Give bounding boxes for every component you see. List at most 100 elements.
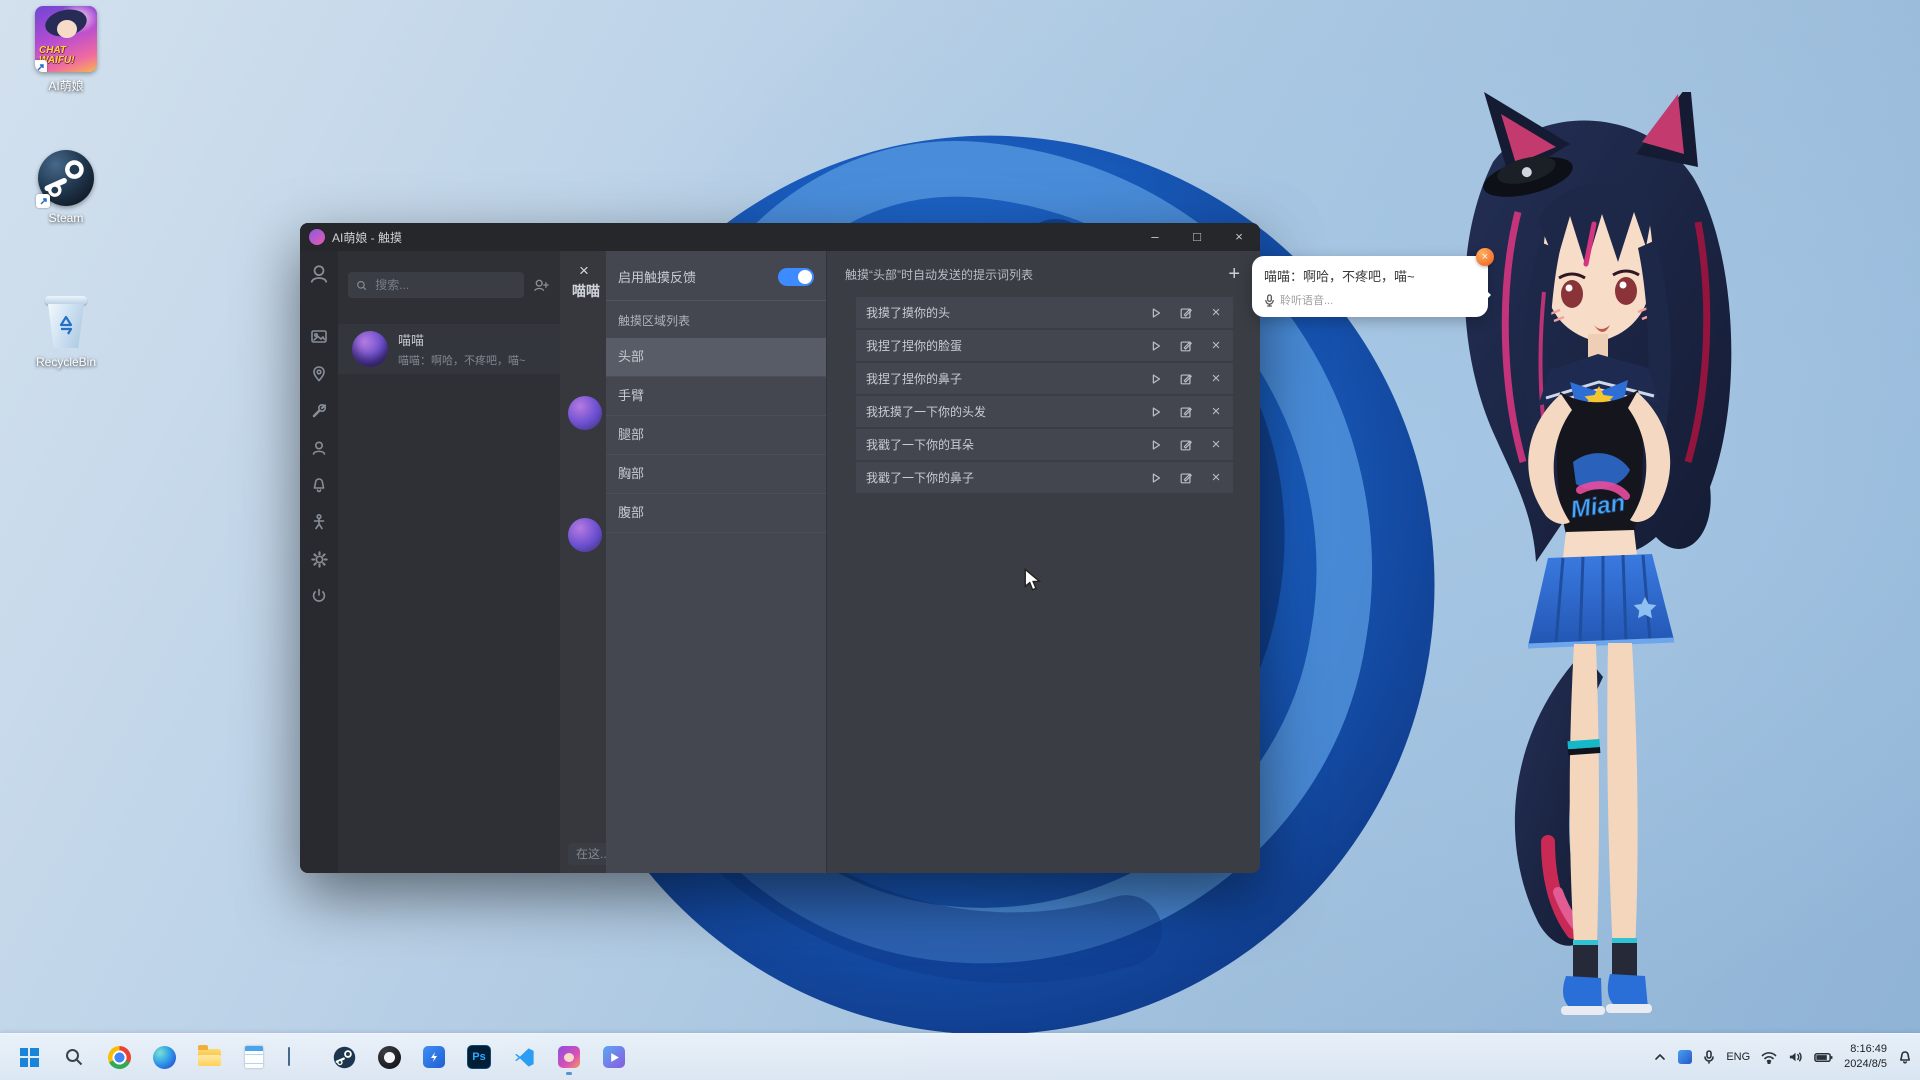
prompt-row: 我戳了一下你的耳朵 × [856,429,1233,460]
prompt-text: 我捏了捏你的脸蛋 [866,337,962,354]
search-input[interactable] [373,277,516,293]
photoshop-icon: Ps [467,1045,491,1069]
wrench-icon[interactable] [308,400,330,422]
listening-text: 聆听语音... [1280,292,1333,308]
desktop: CHATWAIFU! AI萌娘 Steam [0,0,1920,1080]
vscode-button[interactable] [505,1038,543,1076]
desktop-icon-recycle-bin[interactable]: RecycleBin [14,292,118,369]
github-button[interactable] [370,1038,408,1076]
notification-bell-icon[interactable] [1898,1050,1912,1065]
blue-tool-app-button[interactable] [415,1038,453,1076]
chat-preview: 喵喵：啊哈，不疼吧，喵~ [398,352,525,368]
monitor-icon [288,1048,310,1066]
desktop-icon-ai-waifu[interactable]: CHATWAIFU! AI萌娘 [14,6,118,94]
add-contact-icon[interactable] [532,277,550,293]
close-button[interactable]: × [1218,223,1260,251]
location-pin-icon[interactable] [308,363,330,385]
minimize-button[interactable]: – [1134,223,1176,251]
edit-prompt-button[interactable] [1177,469,1195,487]
prompt-row: 我捏了捏你的鼻子 × [856,363,1233,394]
region-item-head[interactable]: 头部 [606,338,826,377]
play-prompt-button[interactable] [1147,337,1165,355]
window-app-icon [309,229,325,245]
overlay-close-button[interactable]: × [572,259,596,283]
power-icon[interactable] [308,585,330,607]
delete-prompt-button[interactable]: × [1207,469,1225,487]
window-titlebar[interactable]: AI萌娘 - 触摸 – □ × [300,223,1260,251]
steam-button[interactable] [325,1038,363,1076]
maximize-button[interactable]: □ [1176,223,1218,251]
ai-waifu-icon: CHATWAIFU! [35,6,97,72]
delete-prompt-button[interactable]: × [1207,403,1225,421]
region-item-chest[interactable]: 胸部 [606,455,826,494]
ai-waifu-app-button[interactable] [550,1038,588,1076]
edit-prompt-button[interactable] [1177,403,1195,421]
region-item-belly[interactable]: 腹部 [606,494,826,533]
edge-icon [153,1046,176,1069]
clock[interactable]: 8:16:49 2024/8/5 [1844,1042,1887,1072]
chat-name: 喵喵 [398,330,525,349]
contact-icon[interactable] [308,437,330,459]
play-prompt-button[interactable] [1147,370,1165,388]
edge-button[interactable] [145,1038,183,1076]
chat-list-item[interactable]: 喵喵 喵喵：啊哈，不疼吧，喵~ [338,324,560,374]
play-prompt-button[interactable] [1147,403,1165,421]
settings-gear-icon[interactable] [308,548,330,570]
windows-logo-icon [20,1048,39,1067]
delete-prompt-button[interactable]: × [1207,337,1225,355]
language-indicator[interactable]: ENG [1726,1051,1750,1063]
notepad-button[interactable] [235,1038,273,1076]
steam-icon [38,150,94,206]
folder-icon [198,1049,221,1066]
this-pc-button[interactable] [280,1038,318,1076]
chrome-icon [108,1046,131,1069]
file-explorer-button[interactable] [190,1038,228,1076]
touch-settings-panel: 启用触摸反馈 触摸区域列表 头部 手臂 腿部 胸部 腹部 [606,251,826,873]
tray-time: 8:16:49 [1844,1042,1887,1057]
play-prompt-button[interactable] [1147,304,1165,322]
prompt-row: 我抚摸了一下你的头发 × [856,396,1233,427]
delete-prompt-button[interactable]: × [1207,370,1225,388]
chrome-button[interactable] [100,1038,138,1076]
profile-icon[interactable] [308,263,330,285]
add-prompt-button[interactable]: + [1226,265,1242,283]
media-app-icon [603,1046,625,1068]
desktop-icon-steam[interactable]: Steam [14,150,118,225]
search-icon [356,279,367,292]
edit-prompt-button[interactable] [1177,436,1195,454]
prompt-text: 我捏了捏你的鼻子 [866,370,962,387]
bubble-close-button[interactable]: × [1476,248,1494,266]
blue-tool-app-icon [423,1046,445,1068]
search-box[interactable] [348,272,524,298]
chat-input[interactable]: 在这... [568,843,606,865]
anime-character[interactable]: Mian [1398,92,1758,1042]
tray-app-icon[interactable] [1678,1050,1692,1064]
bell-icon[interactable] [308,474,330,496]
vscode-icon [514,1047,535,1068]
media-app-button[interactable] [595,1038,633,1076]
tray-microphone-icon[interactable] [1703,1050,1715,1064]
region-item-arm[interactable]: 手臂 [606,377,826,416]
chevron-up-icon[interactable] [1653,1051,1667,1063]
gesture-figure-icon[interactable] [308,511,330,533]
photoshop-button[interactable]: Ps [460,1038,498,1076]
microphone-icon [1264,294,1275,307]
taskbar-search-button[interactable] [55,1038,93,1076]
delete-prompt-button[interactable]: × [1207,436,1225,454]
battery-icon[interactable] [1814,1052,1833,1063]
edit-prompt-button[interactable] [1177,370,1195,388]
prompt-text: 我摸了摸你的头 [866,304,950,321]
delete-prompt-button[interactable]: × [1207,304,1225,322]
gallery-icon[interactable] [308,326,330,348]
edit-prompt-button[interactable] [1177,337,1195,355]
play-prompt-button[interactable] [1147,469,1165,487]
prompt-list: 我摸了摸你的头 × 我捏了捏你的脸蛋 × [827,293,1260,493]
edit-prompt-button[interactable] [1177,304,1195,322]
region-item-leg[interactable]: 腿部 [606,416,826,455]
play-prompt-button[interactable] [1147,436,1165,454]
touch-feedback-toggle[interactable] [778,268,814,286]
wifi-icon[interactable] [1761,1051,1777,1064]
chat-list-panel: 喵喵 喵喵：啊哈，不疼吧，喵~ [338,251,560,873]
start-button[interactable] [10,1038,48,1076]
volume-icon[interactable] [1788,1050,1803,1064]
